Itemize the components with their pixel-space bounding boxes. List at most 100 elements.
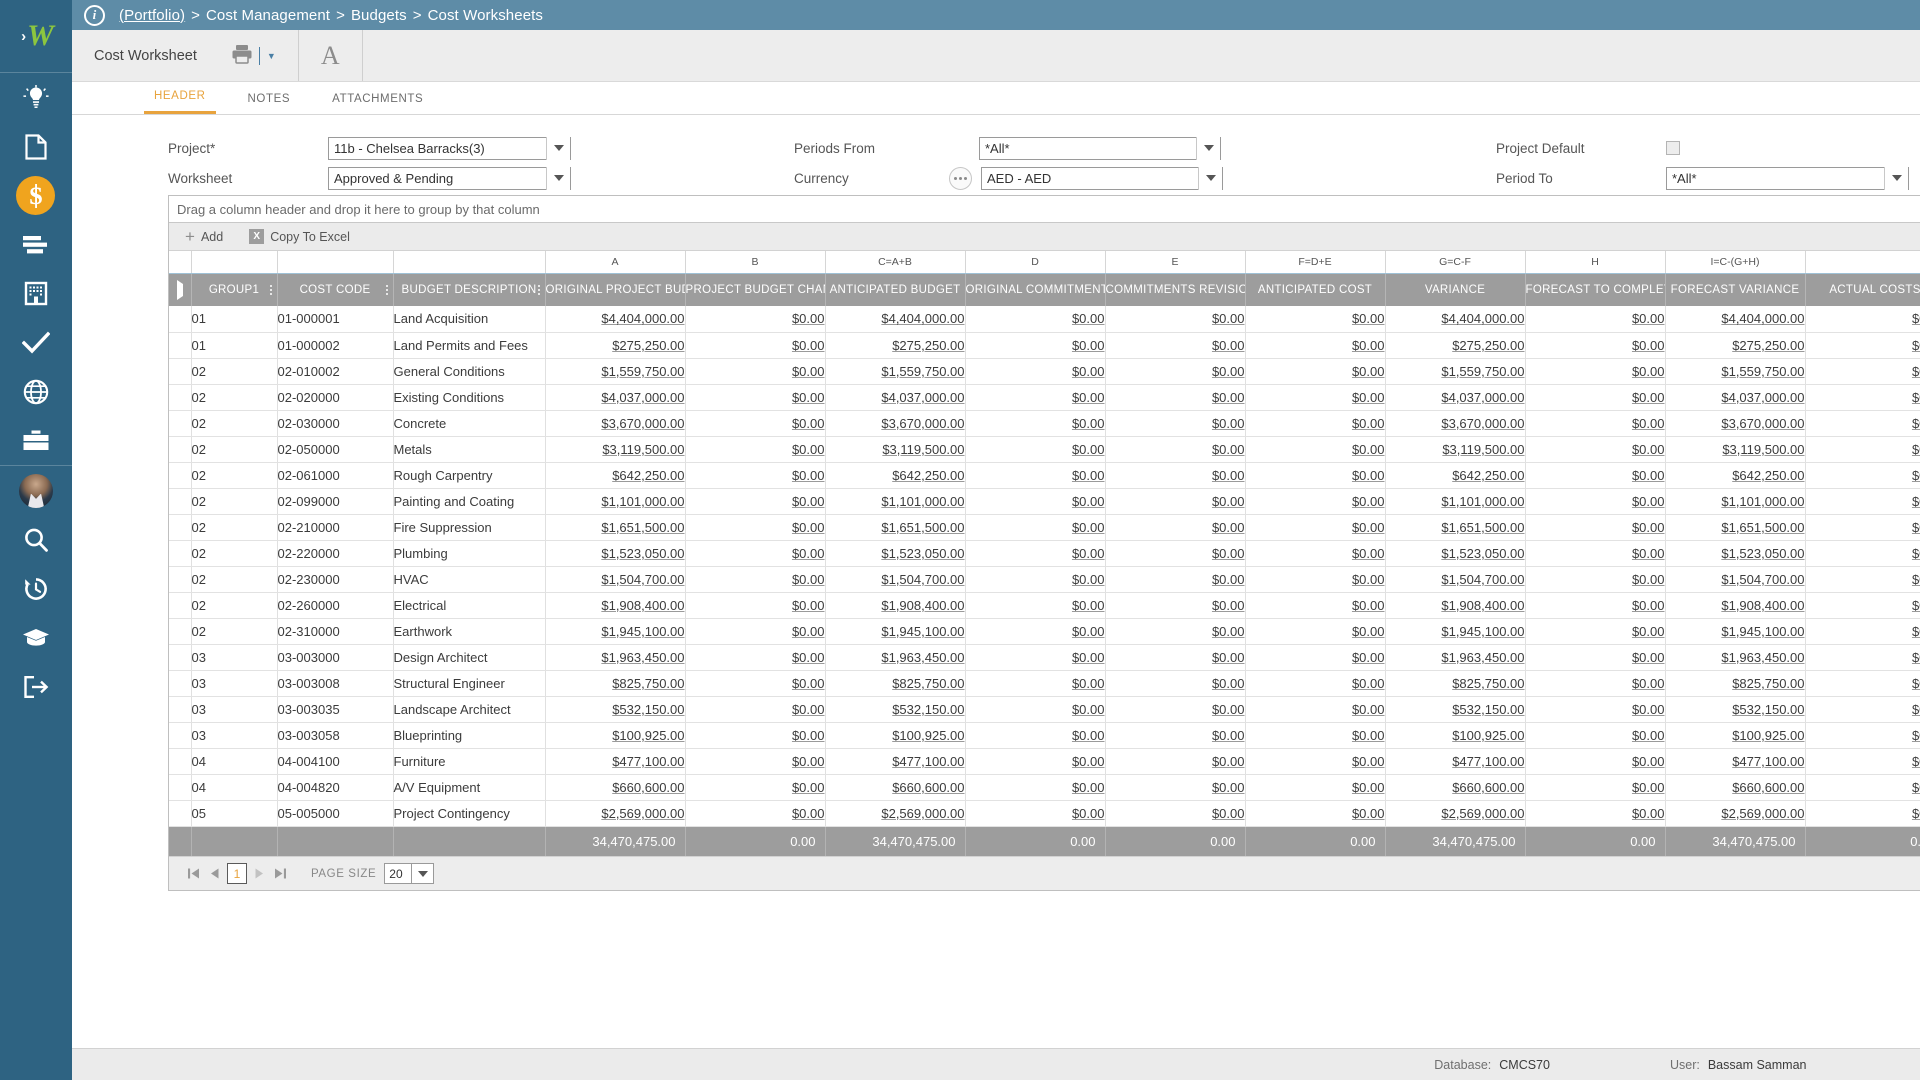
cell-original-commitment[interactable]: $0.00: [965, 670, 1105, 696]
table-row[interactable]: 0303-003008Structural Engineer$825,750.0…: [169, 670, 1920, 696]
cell-original-commitment[interactable]: $0.00: [965, 514, 1105, 540]
sidebar-item-search[interactable]: [0, 515, 72, 564]
cell-forecast-to-complete[interactable]: $0.00: [1525, 722, 1665, 748]
cell-anticipated-cost[interactable]: $0.00: [1245, 514, 1385, 540]
expand-all-toggle[interactable]: [169, 273, 191, 306]
cell-forecast-to-complete[interactable]: $0.00: [1525, 358, 1665, 384]
cell-project-budget-changes[interactable]: $0.00: [685, 514, 825, 540]
row-expand-toggle[interactable]: [169, 410, 191, 436]
cell-original-project-budget[interactable]: $1,101,000.00: [545, 488, 685, 514]
previous-page-button[interactable]: [204, 863, 225, 884]
table-row[interactable]: 0202-020000Existing Conditions$4,037,000…: [169, 384, 1920, 410]
breadcrumb-portfolio-link[interactable]: (Portfolio): [119, 7, 185, 24]
chevron-down-icon[interactable]: [1196, 137, 1220, 160]
cell-forecast-variance[interactable]: $1,504,700.00: [1665, 566, 1805, 592]
cell-project-budget-changes[interactable]: $0.00: [685, 670, 825, 696]
cell-forecast-variance[interactable]: $1,559,750.00: [1665, 358, 1805, 384]
cell-anticipated-cost[interactable]: $0.00: [1245, 306, 1385, 332]
info-icon[interactable]: i: [84, 5, 105, 26]
cell-original-commitment[interactable]: $0.00: [965, 410, 1105, 436]
cell-forecast-variance[interactable]: $275,250.00: [1665, 332, 1805, 358]
cell-original-project-budget[interactable]: $532,150.00: [545, 696, 685, 722]
row-expand-toggle[interactable]: [169, 384, 191, 410]
cell-actual-costs[interactable]: $0.00: [1805, 306, 1920, 332]
cell-project-budget-changes[interactable]: $0.00: [685, 384, 825, 410]
cell-anticipated-budget[interactable]: $825,750.00: [825, 670, 965, 696]
cell-anticipated-budget[interactable]: $275,250.00: [825, 332, 965, 358]
sidebar-item-learning[interactable]: [0, 613, 72, 662]
cell-original-commitment[interactable]: $0.00: [965, 436, 1105, 462]
table-row[interactable]: 0202-099000Painting and Coating$1,101,00…: [169, 488, 1920, 514]
cell-project-budget-changes[interactable]: $0.00: [685, 592, 825, 618]
col-anticipated-cost[interactable]: ANTICIPATED COST: [1245, 273, 1385, 306]
cell-commitments-revision[interactable]: $0.00: [1105, 774, 1245, 800]
cell-project-budget-changes[interactable]: $0.00: [685, 462, 825, 488]
periods-from-select[interactable]: *All*: [979, 137, 1221, 160]
cell-actual-costs[interactable]: $0.00: [1805, 592, 1920, 618]
col-budget-description[interactable]: BUDGET DESCRIPTION: [393, 273, 545, 306]
cell-actual-costs[interactable]: $0.00: [1805, 462, 1920, 488]
cell-project-budget-changes[interactable]: $0.00: [685, 436, 825, 462]
row-expand-toggle[interactable]: [169, 618, 191, 644]
cell-anticipated-cost[interactable]: $0.00: [1245, 488, 1385, 514]
cell-actual-costs[interactable]: $0.00: [1805, 540, 1920, 566]
cell-forecast-to-complete[interactable]: $0.00: [1525, 592, 1665, 618]
cell-anticipated-budget[interactable]: $1,101,000.00: [825, 488, 965, 514]
cell-variance[interactable]: $660,600.00: [1385, 774, 1525, 800]
first-page-button[interactable]: [183, 863, 204, 884]
cell-forecast-to-complete[interactable]: $0.00: [1525, 774, 1665, 800]
cell-actual-costs[interactable]: $0.00: [1805, 332, 1920, 358]
cell-commitments-revision[interactable]: $0.00: [1105, 332, 1245, 358]
cell-commitments-revision[interactable]: $0.00: [1105, 306, 1245, 332]
cell-original-commitment[interactable]: $0.00: [965, 462, 1105, 488]
cell-variance[interactable]: $1,908,400.00: [1385, 592, 1525, 618]
col-actual-costs[interactable]: ACTUAL COSTS: [1805, 273, 1920, 306]
cell-anticipated-budget[interactable]: $1,945,100.00: [825, 618, 965, 644]
font-settings-button[interactable]: A: [299, 30, 363, 81]
row-expand-toggle[interactable]: [169, 748, 191, 774]
cell-variance[interactable]: $1,559,750.00: [1385, 358, 1525, 384]
page-size-dropdown-icon[interactable]: [412, 863, 434, 884]
tab-notes[interactable]: NOTES: [238, 93, 301, 114]
cell-forecast-to-complete[interactable]: $0.00: [1525, 644, 1665, 670]
table-row[interactable]: 0202-050000Metals$3,119,500.00$0.00$3,11…: [169, 436, 1920, 462]
cell-project-budget-changes[interactable]: $0.00: [685, 332, 825, 358]
cell-anticipated-budget[interactable]: $532,150.00: [825, 696, 965, 722]
cell-forecast-variance[interactable]: $1,101,000.00: [1665, 488, 1805, 514]
cell-project-budget-changes[interactable]: $0.00: [685, 488, 825, 514]
cell-forecast-variance[interactable]: $100,925.00: [1665, 722, 1805, 748]
cell-forecast-variance[interactable]: $4,404,000.00: [1665, 306, 1805, 332]
table-row[interactable]: 0202-230000HVAC$1,504,700.00$0.00$1,504,…: [169, 566, 1920, 592]
cell-project-budget-changes[interactable]: $0.00: [685, 722, 825, 748]
cell-anticipated-budget[interactable]: $3,670,000.00: [825, 410, 965, 436]
cell-anticipated-budget[interactable]: $1,908,400.00: [825, 592, 965, 618]
sidebar-item-approvals[interactable]: [0, 318, 72, 367]
current-page[interactable]: 1: [227, 863, 247, 884]
cell-forecast-to-complete[interactable]: $0.00: [1525, 566, 1665, 592]
row-expand-toggle[interactable]: [169, 722, 191, 748]
cell-commitments-revision[interactable]: $0.00: [1105, 514, 1245, 540]
cell-anticipated-cost[interactable]: $0.00: [1245, 462, 1385, 488]
cell-forecast-variance[interactable]: $4,037,000.00: [1665, 384, 1805, 410]
cell-original-project-budget[interactable]: $825,750.00: [545, 670, 685, 696]
chevron-down-icon[interactable]: ▼: [267, 51, 276, 61]
cell-original-project-budget[interactable]: $4,037,000.00: [545, 384, 685, 410]
tab-attachments[interactable]: ATTACHMENTS: [322, 93, 433, 114]
row-expand-toggle[interactable]: [169, 592, 191, 618]
cell-original-project-budget[interactable]: $1,559,750.00: [545, 358, 685, 384]
chevron-down-icon[interactable]: [1198, 167, 1222, 190]
breadcrumb-cost-worksheets[interactable]: Cost Worksheets: [428, 7, 543, 24]
cell-original-commitment[interactable]: $0.00: [965, 644, 1105, 670]
cell-original-commitment[interactable]: $0.00: [965, 722, 1105, 748]
cell-anticipated-cost[interactable]: $0.00: [1245, 332, 1385, 358]
table-row[interactable]: 0202-030000Concrete$3,670,000.00$0.00$3,…: [169, 410, 1920, 436]
row-expand-toggle[interactable]: [169, 514, 191, 540]
cell-forecast-to-complete[interactable]: $0.00: [1525, 514, 1665, 540]
cell-original-project-budget[interactable]: $1,945,100.00: [545, 618, 685, 644]
cell-anticipated-budget[interactable]: $1,504,700.00: [825, 566, 965, 592]
cell-forecast-variance[interactable]: $3,119,500.00: [1665, 436, 1805, 462]
cell-forecast-variance[interactable]: $660,600.00: [1665, 774, 1805, 800]
cell-anticipated-cost[interactable]: $0.00: [1245, 384, 1385, 410]
row-expand-toggle[interactable]: [169, 306, 191, 332]
cell-forecast-variance[interactable]: $1,523,050.00: [1665, 540, 1805, 566]
